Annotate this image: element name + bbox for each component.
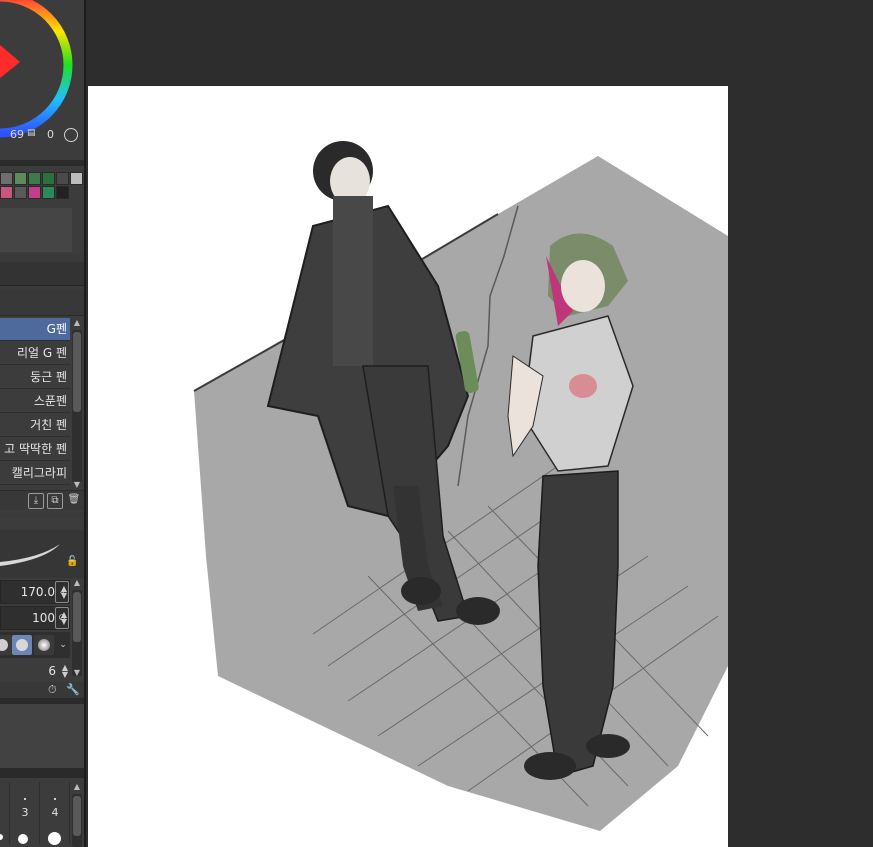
sub-tool-item[interactable]: 스푼펜 <box>0 390 70 413</box>
size-preset-label: 4 <box>51 806 59 819</box>
sub-tool-item[interactable]: G펜 <box>0 318 70 341</box>
sub-tool-footer: ⤓ ⧉ 🗑 <box>0 490 84 510</box>
color-swatch[interactable] <box>70 172 83 185</box>
list-icon: ▤ <box>27 128 36 138</box>
props-scroll-up-icon[interactable]: ▲ <box>72 578 82 588</box>
left-panel: 69 ▤ 0 G펜 리얼 G 펜 둥근 펜 스푼펜 거친 펜고 딱딱한 펜 캘리그라피 ▲… <box>0 0 86 847</box>
tip-medium-button[interactable] <box>12 635 32 655</box>
brush-size-value: 170.0 <box>20 585 55 599</box>
brush-size-panel: 3 4 ▲ <box>0 778 84 847</box>
brush-tip-selector: ⌄ <box>0 632 70 658</box>
color-swatch[interactable] <box>28 172 41 185</box>
color-swatch[interactable] <box>42 172 55 185</box>
size-preset-4[interactable]: 4 <box>40 782 70 845</box>
tip-hard-button[interactable] <box>0 635 12 655</box>
size-preset-3[interactable]: 3 <box>10 782 40 844</box>
color-swatch[interactable] <box>42 186 55 199</box>
panel-divider <box>0 768 84 778</box>
artwork-illustration <box>193 141 728 831</box>
color-wheel-panel: 69 ▤ 0 <box>0 0 84 160</box>
color-settings-icon[interactable] <box>64 128 78 142</box>
props-scrollbar[interactable] <box>72 590 82 676</box>
pressure-icon[interactable]: ⌄ <box>55 581 69 603</box>
color-swatch[interactable] <box>14 172 27 185</box>
readout-value-b: 0 <box>47 128 54 141</box>
duplicate-icon[interactable]: ⧉ <box>47 493 63 509</box>
color-readout: 69 ▤ 0 <box>0 128 84 144</box>
color-swatch[interactable] <box>0 172 13 185</box>
scroll-up-icon[interactable]: ▲ <box>72 318 82 328</box>
color-swatch[interactable] <box>56 172 69 185</box>
size-scroll-up-icon[interactable]: ▲ <box>72 782 82 792</box>
color-set-panel <box>0 166 84 254</box>
color-swatch[interactable] <box>56 186 69 199</box>
size-preset-label: 3 <box>21 806 29 819</box>
props-scroll-down-icon[interactable]: ▼ <box>72 668 82 678</box>
sub-tool-list: G펜 리얼 G 펜 둥근 펜 스푼펜 거친 펜고 딱딱한 펜 캘리그라피 ▲ ▼ ⤓ ⧉ … <box>0 290 84 512</box>
tip-dropdown-icon[interactable]: ⌄ <box>56 635 70 655</box>
room-background <box>194 156 728 831</box>
size-scroll-thumb[interactable] <box>73 796 81 836</box>
anti-alias-field[interactable]: 6 ▲ ▼ <box>0 660 70 684</box>
drawing-canvas[interactable] <box>88 86 728 847</box>
opacity-lock-icon[interactable]: ⊘ <box>55 607 69 629</box>
color-wheel[interactable] <box>0 0 80 140</box>
scroll-thumb[interactable] <box>73 332 81 412</box>
timer-icon[interactable]: ⏱ <box>48 683 57 697</box>
color-swatch[interactable] <box>14 186 27 199</box>
panel-tab-strip[interactable] <box>0 262 84 286</box>
sub-tool-item[interactable]: 리얼 G 펜 <box>0 342 70 365</box>
readout-value-a: 69 <box>10 128 24 141</box>
empty-panel <box>0 704 84 768</box>
anti-alias-value: 6 <box>48 664 56 678</box>
color-swatch[interactable] <box>0 186 13 199</box>
size-preset[interactable] <box>0 782 10 844</box>
palette-empty-area <box>0 208 72 252</box>
props-footer: ⏱ 🔧 <box>0 682 84 698</box>
opacity-value: 100 <box>32 611 55 625</box>
anti-alias-spinner[interactable]: ▲ ▼ <box>62 664 68 679</box>
sub-tool-item[interactable]: 캘리그라피 <box>0 462 70 485</box>
trash-icon[interactable]: 🗑 <box>66 493 82 509</box>
size-scrollbar[interactable] <box>72 794 82 847</box>
wrench-icon[interactable]: 🔧 <box>66 683 80 696</box>
tool-property-panel: 🔓 170.0 ▲ ▼ ⌄ 100 ▲ ▼ ⊘ ⌄ 6 ▲ ▼ ▲ ▼ ⏱ 🔧 <box>0 518 84 698</box>
stroke-preview: 🔓 <box>0 530 84 578</box>
lock-icon[interactable]: 🔓 <box>66 556 78 567</box>
canvas-workspace[interactable] <box>88 0 873 847</box>
props-scroll-thumb[interactable] <box>73 592 81 642</box>
sub-tool-scrollbar[interactable] <box>72 330 82 482</box>
sub-tool-item[interactable]: 둥근 펜 <box>0 366 70 389</box>
scroll-down-icon[interactable]: ▼ <box>72 480 82 490</box>
sub-tool-header <box>0 290 84 316</box>
import-icon[interactable]: ⤓ <box>28 493 44 509</box>
tip-soft-button[interactable] <box>34 635 54 655</box>
color-swatch[interactable] <box>28 186 41 199</box>
sub-tool-item[interactable]: 고 딱딱한 펜 <box>0 438 70 461</box>
sub-tool-item[interactable]: 거친 펜 <box>0 414 70 437</box>
